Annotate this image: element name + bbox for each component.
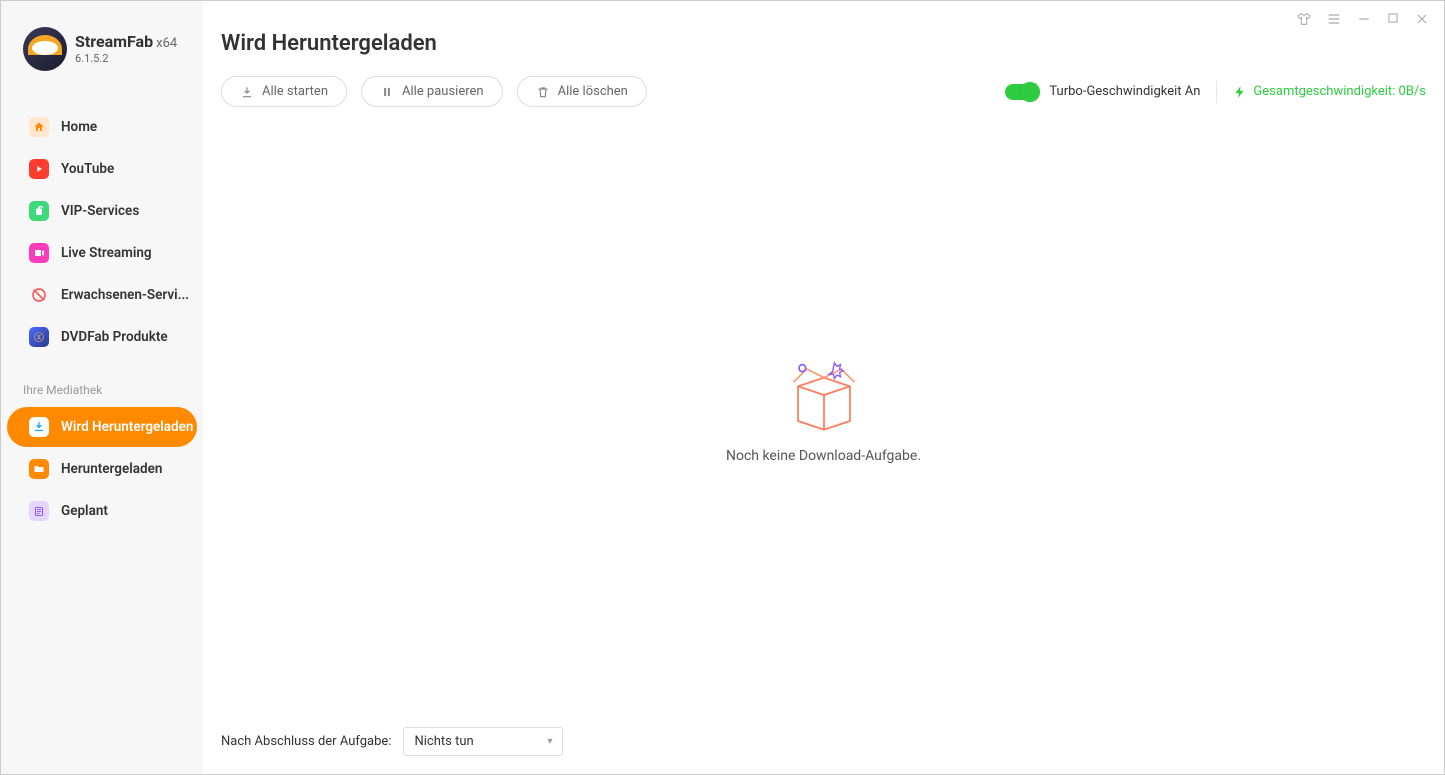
sidebar-item-label: DVDFab Produkte bbox=[61, 329, 168, 345]
shirt-icon[interactable] bbox=[1296, 11, 1312, 27]
button-label: Alle starten bbox=[262, 84, 328, 99]
turbo-toggle[interactable] bbox=[1005, 84, 1039, 100]
page-title: Wird Heruntergeladen bbox=[203, 1, 1444, 72]
after-task-select[interactable]: Nichts tun ▾ bbox=[403, 727, 563, 756]
app-version: 6.1.5.2 bbox=[75, 53, 177, 65]
divider bbox=[1216, 81, 1217, 103]
sidebar-item-label: Heruntergeladen bbox=[61, 461, 162, 477]
turbo-label: Turbo-Geschwindigkeit An bbox=[1049, 84, 1200, 99]
sidebar-section-label: Ihre Mediathek bbox=[1, 359, 203, 405]
sidebar-item-downloaded[interactable]: Heruntergeladen bbox=[7, 449, 197, 489]
sidebar-item-label: Live Streaming bbox=[61, 245, 152, 261]
app-brand: StreamFabx64 bbox=[75, 33, 177, 51]
trash-icon bbox=[536, 85, 550, 99]
sidebar-item-label: VIP-Services bbox=[61, 203, 139, 219]
sidebar-item-youtube[interactable]: YouTube bbox=[7, 149, 197, 189]
live-icon bbox=[29, 243, 49, 263]
toolbar: Alle starten Alle pausieren Alle löschen… bbox=[203, 72, 1444, 107]
speed-indicator: Gesamtgeschwindigkeit: 0B/s bbox=[1233, 84, 1426, 100]
sidebar-item-label: YouTube bbox=[61, 161, 114, 177]
close-icon[interactable] bbox=[1414, 11, 1430, 27]
after-task-label: Nach Abschluss der Aufgabe: bbox=[221, 734, 391, 749]
youtube-icon bbox=[29, 159, 49, 179]
footer: Nach Abschluss der Aufgabe: Nichts tun ▾ bbox=[203, 713, 1444, 774]
sidebar-item-downloading[interactable]: Wird Heruntergeladen bbox=[7, 407, 197, 447]
sidebar-item-label: Home bbox=[61, 119, 97, 135]
chevron-down-icon: ▾ bbox=[547, 736, 552, 747]
dvdfab-icon bbox=[29, 327, 49, 347]
download-icon bbox=[29, 417, 49, 437]
delete-all-button[interactable]: Alle löschen bbox=[517, 76, 647, 107]
window-controls bbox=[1296, 11, 1430, 27]
app-arch: x64 bbox=[156, 36, 177, 51]
sidebar-item-adult[interactable]: Erwachsenen-Servi... bbox=[7, 275, 197, 315]
main-panel: Wird Heruntergeladen Alle starten Alle p… bbox=[203, 1, 1444, 774]
sidebar-item-live[interactable]: Live Streaming bbox=[7, 233, 197, 273]
button-label: Alle pausieren bbox=[402, 84, 484, 99]
pause-all-button[interactable]: Alle pausieren bbox=[361, 76, 503, 107]
schedule-icon bbox=[29, 501, 49, 521]
sidebar-item-vip[interactable]: VIP-Services bbox=[7, 191, 197, 231]
button-label: Alle löschen bbox=[558, 84, 628, 99]
sidebar-item-dvdfab[interactable]: DVDFab Produkte bbox=[7, 317, 197, 357]
vip-icon bbox=[29, 201, 49, 221]
bolt-icon bbox=[1233, 84, 1247, 100]
adult-icon bbox=[29, 285, 49, 305]
start-all-button[interactable]: Alle starten bbox=[221, 76, 347, 107]
sidebar-item-label: Wird Heruntergeladen bbox=[61, 419, 193, 435]
minimize-icon[interactable] bbox=[1356, 11, 1372, 27]
nav-library: Wird Heruntergeladen Heruntergeladen Gep… bbox=[1, 405, 203, 533]
nav-main: Home YouTube VIP-Services Live Streaming… bbox=[1, 105, 203, 359]
logo-block: StreamFabx64 6.1.5.2 bbox=[1, 21, 203, 85]
select-value: Nichts tun bbox=[414, 734, 473, 749]
content-area: Noch keine Download-Aufgabe. bbox=[203, 107, 1444, 713]
pause-icon bbox=[380, 85, 394, 99]
sidebar: StreamFabx64 6.1.5.2 Home YouTube VIP-Se… bbox=[1, 1, 203, 774]
download-arrow-icon bbox=[240, 85, 254, 99]
turbo-toggle-group: Turbo-Geschwindigkeit An bbox=[1005, 84, 1200, 100]
empty-message: Noch keine Download-Aufgabe. bbox=[726, 448, 921, 464]
app-logo-icon bbox=[23, 27, 67, 71]
sidebar-item-label: Erwachsenen-Servi... bbox=[61, 287, 189, 303]
folder-icon bbox=[29, 459, 49, 479]
app-brand-name: StreamFab bbox=[75, 32, 153, 51]
speed-label: Gesamtgeschwindigkeit: 0B/s bbox=[1253, 84, 1426, 99]
home-icon bbox=[29, 117, 49, 137]
sidebar-item-home[interactable]: Home bbox=[7, 107, 197, 147]
empty-box-icon bbox=[779, 356, 869, 434]
sidebar-item-scheduled[interactable]: Geplant bbox=[7, 491, 197, 531]
menu-icon[interactable] bbox=[1326, 11, 1342, 27]
maximize-icon[interactable] bbox=[1386, 11, 1400, 27]
sidebar-item-label: Geplant bbox=[61, 503, 108, 519]
